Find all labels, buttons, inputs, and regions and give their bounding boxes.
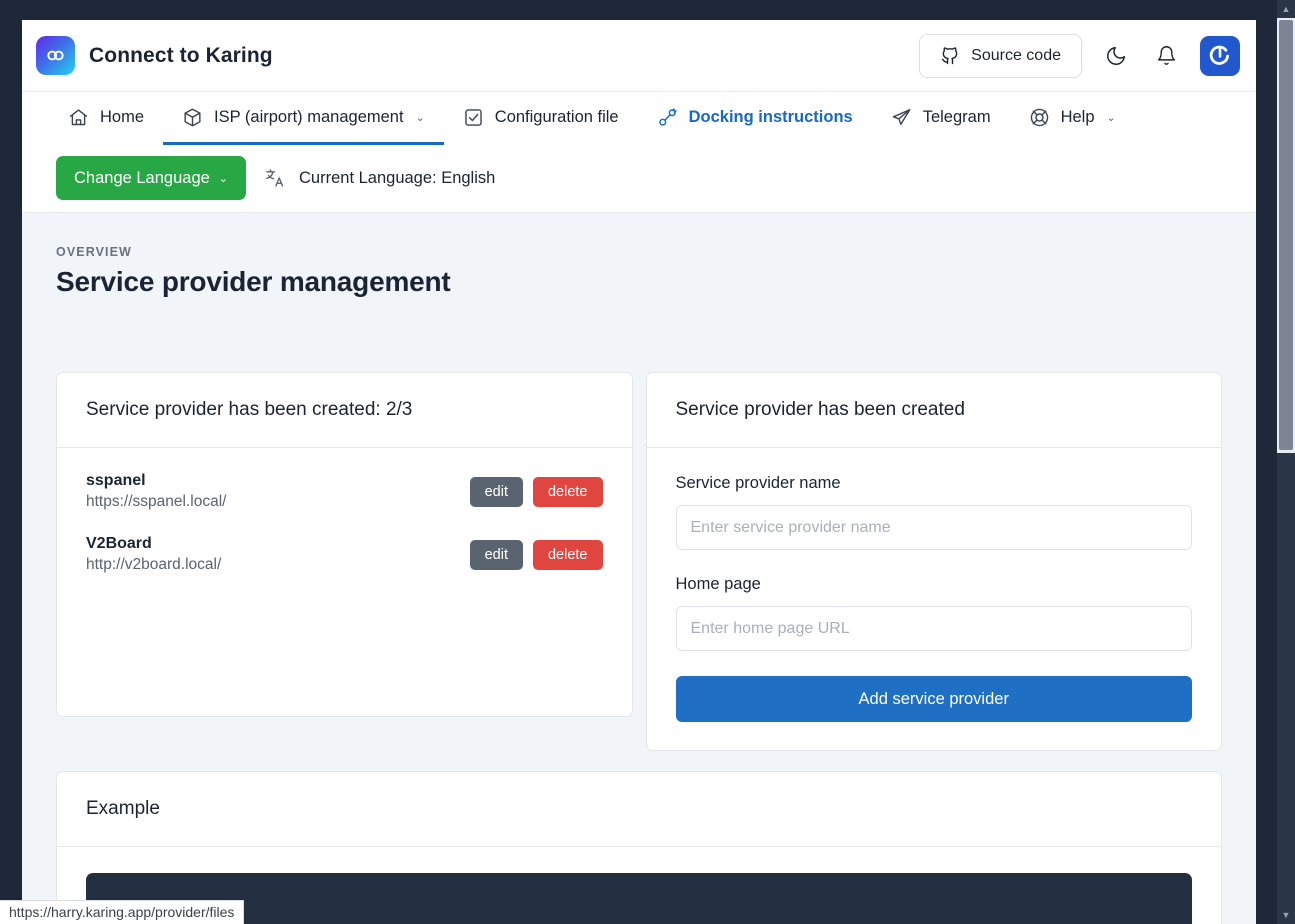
nav-item-home[interactable]: Home	[56, 92, 163, 145]
nav-label: Docking instructions	[689, 108, 853, 127]
home-page-input[interactable]	[676, 606, 1193, 651]
provider-actions: edit delete	[470, 477, 603, 507]
change-language-label: Change Language	[74, 169, 210, 188]
home-icon	[68, 107, 89, 128]
browser-window: Connect to Karing Source code	[0, 0, 1295, 924]
page-viewport: Connect to Karing Source code	[22, 20, 1256, 924]
moon-icon	[1105, 45, 1127, 67]
cards-row: Service provider has been created: 2/3 s…	[56, 372, 1222, 751]
nav-label: Help	[1061, 108, 1095, 127]
link-chain-icon	[36, 36, 75, 75]
provider-row: sspanel https://sspanel.local/ edit dele…	[86, 472, 603, 511]
chevron-down-icon: ⌄	[1107, 111, 1116, 124]
add-service-provider-button[interactable]: Add service provider	[676, 676, 1193, 722]
chevron-down-icon: ⌄	[416, 111, 425, 124]
page-eyebrow: OVERVIEW	[56, 245, 1222, 259]
provider-url: http://v2board.local/	[86, 556, 470, 574]
nav-label: Home	[100, 108, 144, 127]
site-header: Connect to Karing Source code	[22, 20, 1256, 92]
translate-icon	[264, 167, 286, 189]
brand[interactable]: Connect to Karing	[36, 36, 273, 75]
bell-icon	[1156, 45, 1177, 66]
nav-item-telegram[interactable]: Telegram	[872, 92, 1010, 145]
plug-connector-icon	[657, 107, 678, 128]
chevron-down-icon: ⌄	[219, 172, 228, 185]
delete-button[interactable]: delete	[533, 477, 603, 507]
brand-title: Connect to Karing	[89, 44, 273, 68]
scroll-down-arrow[interactable]: ▼	[1277, 906, 1295, 924]
browser-status-bar: https://harry.karing.app/provider/files	[0, 900, 244, 924]
source-code-button[interactable]: Source code	[919, 34, 1082, 78]
edit-button[interactable]: edit	[470, 477, 523, 507]
create-provider-body: Service provider name Home page Add serv…	[647, 448, 1222, 750]
karing-app-icon[interactable]	[1200, 36, 1240, 76]
current-language: Current Language: English	[264, 167, 495, 189]
package-box-icon	[182, 107, 203, 128]
provider-list-header: Service provider has been created: 2/3	[57, 373, 632, 448]
delete-button[interactable]: delete	[533, 540, 603, 570]
provider-list-body: sspanel https://sspanel.local/ edit dele…	[57, 448, 632, 716]
example-code-block: { status/switches foreground/updates bas…	[86, 873, 1192, 924]
nav-item-configuration-file[interactable]: Configuration file	[444, 92, 638, 145]
provider-name: sspanel	[86, 472, 470, 490]
change-language-button[interactable]: Change Language ⌄	[56, 156, 246, 200]
paper-plane-icon	[891, 107, 912, 128]
nav-item-help[interactable]: Help ⌄	[1010, 92, 1135, 145]
provider-row: V2Board http://v2board.local/ edit delet…	[86, 535, 603, 574]
current-language-label: Current Language: English	[299, 169, 495, 188]
nav-label: Telegram	[923, 108, 991, 127]
primary-nav: Home ISP (airport) management ⌄	[22, 92, 1256, 213]
github-icon	[940, 46, 960, 66]
main-content: OVERVIEW Service provider management Ser…	[22, 213, 1256, 924]
home-page-label: Home page	[676, 575, 1193, 594]
create-provider-card: Service provider has been created Servic…	[646, 372, 1223, 751]
provider-name-label: Service provider name	[676, 474, 1193, 493]
nav-label: Configuration file	[495, 108, 619, 127]
provider-url: https://sspanel.local/	[86, 493, 470, 511]
dark-mode-toggle[interactable]	[1100, 40, 1132, 72]
provider-actions: edit delete	[470, 540, 603, 570]
header-actions: Source code	[919, 34, 1240, 78]
example-header: Example	[57, 772, 1221, 847]
vertical-scrollbar[interactable]: ▲ ▼	[1277, 0, 1295, 924]
language-bar: Change Language ⌄ Current Language: Engl…	[22, 145, 1256, 212]
page-title: Service provider management	[56, 266, 1222, 298]
scrollbar-thumb[interactable]	[1279, 20, 1293, 450]
nav-item-docking-instructions[interactable]: Docking instructions	[638, 92, 872, 145]
notifications-button[interactable]	[1150, 40, 1182, 72]
code-line: {	[110, 893, 1168, 924]
nav-row: Home ISP (airport) management ⌄	[22, 92, 1256, 145]
provider-info: sspanel https://sspanel.local/	[86, 472, 470, 511]
provider-name-input[interactable]	[676, 505, 1193, 550]
scroll-up-arrow[interactable]: ▲	[1277, 0, 1295, 18]
checkbox-checked-icon	[463, 107, 484, 128]
nav-item-isp-management[interactable]: ISP (airport) management ⌄	[163, 92, 444, 145]
lifebuoy-icon	[1029, 107, 1050, 128]
provider-info: V2Board http://v2board.local/	[86, 535, 470, 574]
create-provider-header: Service provider has been created	[647, 373, 1222, 448]
source-code-label: Source code	[971, 47, 1061, 65]
provider-name: V2Board	[86, 535, 470, 553]
edit-button[interactable]: edit	[470, 540, 523, 570]
nav-label: ISP (airport) management	[214, 108, 404, 127]
provider-list-card: Service provider has been created: 2/3 s…	[56, 372, 633, 717]
